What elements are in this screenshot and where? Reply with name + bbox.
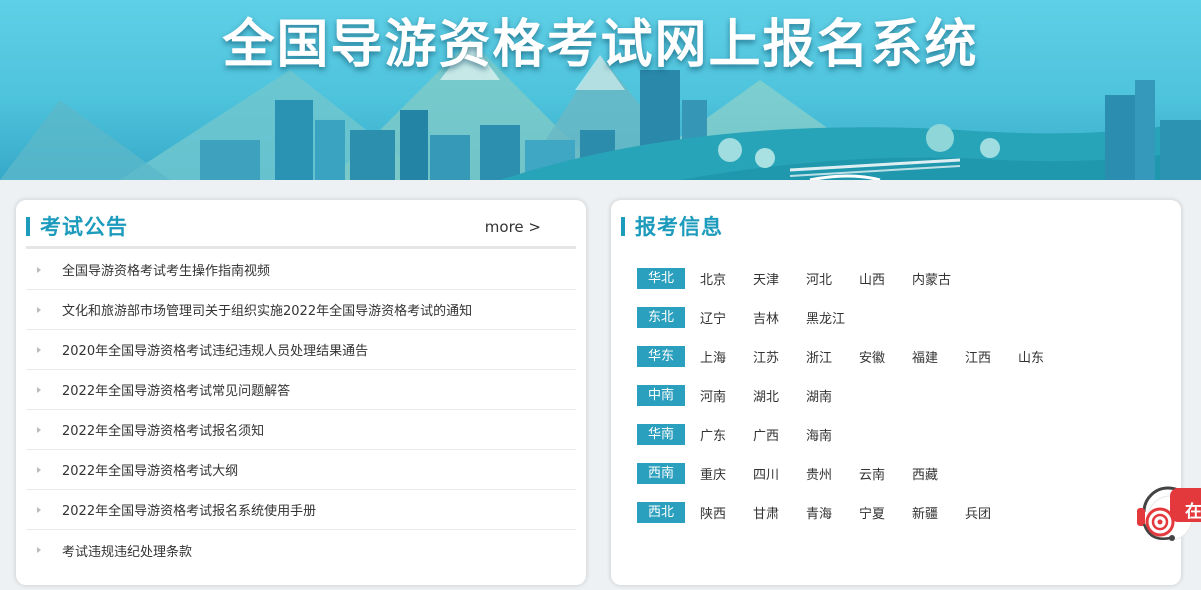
region-row-xinan: 西南 重庆 四川 贵州 云南 西藏 <box>637 454 1071 493</box>
province-link[interactable]: 湖南 <box>806 386 859 405</box>
province-link[interactable]: 青海 <box>806 503 859 522</box>
province-link[interactable]: 山西 <box>859 269 912 288</box>
bullet-icon <box>37 466 41 473</box>
announcement-item[interactable]: 2022年全国导游资格考试报名系统使用手册 <box>26 490 576 530</box>
service-label: 在 <box>1185 502 1201 522</box>
province-link[interactable]: 黑龙江 <box>806 308 859 327</box>
province-link[interactable]: 宁夏 <box>859 503 912 522</box>
announcement-item[interactable]: 2022年全国导游资格考试报名须知 <box>26 410 576 450</box>
province-link[interactable]: 天津 <box>753 269 806 288</box>
announcement-link[interactable]: 考试违规违纪处理条款 <box>62 541 192 560</box>
region-row-huanan: 华南 广东 广西 海南 <box>637 415 1071 454</box>
province-link[interactable]: 四川 <box>753 464 806 483</box>
announcement-link[interactable]: 2020年全国导游资格考试违纪违规人员处理结果通告 <box>62 340 368 359</box>
region-row-xibei: 西北 陕西 甘肃 青海 宁夏 新疆 兵团 <box>637 493 1071 532</box>
province-link[interactable]: 内蒙古 <box>912 269 965 288</box>
announcement-item[interactable]: 考试违规违纪处理条款 <box>26 530 576 570</box>
site-title: 全国导游资格考试网上报名系统 <box>222 15 979 75</box>
announcement-item[interactable]: 2022年全国导游资格考试大纲 <box>26 450 576 490</box>
province-link[interactable]: 甘肃 <box>753 503 806 522</box>
bullet-icon <box>37 547 41 553</box>
region-tag: 华东 <box>637 346 685 367</box>
province-link[interactable]: 陕西 <box>700 503 753 522</box>
province-link[interactable]: 湖北 <box>753 386 806 405</box>
province-link[interactable]: 贵州 <box>806 464 859 483</box>
province-link[interactable]: 广西 <box>753 425 806 444</box>
accent-bar <box>621 216 625 236</box>
announcement-item[interactable]: 2022年全国导游资格考试常见问题解答 <box>26 370 576 410</box>
province-link[interactable]: 上海 <box>700 347 753 366</box>
registration-panel: 报考信息 华北 北京 天津 河北 山西 内蒙古 东北 辽宁 吉林 黑龙江 华东 … <box>611 200 1181 585</box>
bullet-icon <box>37 506 41 513</box>
province-link[interactable]: 北京 <box>700 269 753 288</box>
bullet-icon <box>37 386 41 393</box>
province-link[interactable]: 新疆 <box>912 503 965 522</box>
bullet-icon <box>37 346 41 353</box>
province-link[interactable]: 西藏 <box>912 464 965 483</box>
province-link[interactable]: 兵团 <box>965 503 1018 522</box>
announcement-link[interactable]: 文化和旅游部市场管理司关于组织实施2022年全国导游资格考试的通知 <box>62 300 472 319</box>
bullet-icon <box>37 266 41 273</box>
announcement-link[interactable]: 2022年全国导游资格考试报名须知 <box>62 420 264 439</box>
announcement-link[interactable]: 2022年全国导游资格考试报名系统使用手册 <box>62 500 316 519</box>
region-tag: 中南 <box>637 385 685 406</box>
announcement-list: 全国导游资格考试考生操作指南视频 文化和旅游部市场管理司关于组织实施2022年全… <box>26 250 576 570</box>
announcement-item[interactable]: 文化和旅游部市场管理司关于组织实施2022年全国导游资格考试的通知 <box>26 290 576 330</box>
customer-service-widget[interactable]: 在 <box>1136 476 1201 546</box>
province-link[interactable]: 安徽 <box>859 347 912 366</box>
region-tag: 东北 <box>637 307 685 328</box>
announcement-link[interactable]: 2022年全国导游资格考试大纲 <box>62 460 238 479</box>
province-link[interactable]: 重庆 <box>700 464 753 483</box>
region-row-zhongnan: 中南 河南 湖北 湖南 <box>637 376 1071 415</box>
more-link[interactable]: more > <box>485 218 541 236</box>
province-link[interactable]: 吉林 <box>753 308 806 327</box>
province-link[interactable]: 浙江 <box>806 347 859 366</box>
province-link[interactable]: 辽宁 <box>700 308 753 327</box>
region-row-huabei: 华北 北京 天津 河北 山西 内蒙古 <box>637 259 1071 298</box>
announcement-link[interactable]: 全国导游资格考试考生操作指南视频 <box>62 260 270 279</box>
divider <box>26 246 576 249</box>
announcement-link[interactable]: 2022年全国导游资格考试常见问题解答 <box>62 380 290 399</box>
province-link[interactable]: 江西 <box>965 347 1018 366</box>
province-link[interactable]: 福建 <box>912 347 965 366</box>
region-row-dongbei: 东北 辽宁 吉林 黑龙江 <box>637 298 1071 337</box>
region-list: 华北 北京 天津 河北 山西 内蒙古 东北 辽宁 吉林 黑龙江 华东 上海 江苏… <box>637 259 1071 532</box>
bullet-icon <box>37 306 41 313</box>
province-link[interactable]: 云南 <box>859 464 912 483</box>
announcements-header: 考试公告 <box>26 212 128 240</box>
province-link[interactable]: 河北 <box>806 269 859 288</box>
region-tag: 西北 <box>637 502 685 523</box>
province-link[interactable]: 海南 <box>806 425 859 444</box>
registration-title: 报考信息 <box>635 215 723 239</box>
province-link[interactable]: 江苏 <box>753 347 806 366</box>
region-tag: 华北 <box>637 268 685 289</box>
header-banner: 全国导游资格考试网上报名系统 <box>0 0 1201 180</box>
announcement-item[interactable]: 全国导游资格考试考生操作指南视频 <box>26 250 576 290</box>
announcements-panel: 考试公告 more > 全国导游资格考试考生操作指南视频 文化和旅游部市场管理司… <box>16 200 586 585</box>
announcements-title: 考试公告 <box>40 215 128 239</box>
accent-bar <box>26 216 30 236</box>
bullet-icon <box>37 426 41 433</box>
registration-header: 报考信息 <box>621 212 723 240</box>
province-link[interactable]: 广东 <box>700 425 753 444</box>
region-tag: 华南 <box>637 424 685 445</box>
region-row-huadong: 华东 上海 江苏 浙江 安徽 福建 江西 山东 <box>637 337 1071 376</box>
announcement-item[interactable]: 2020年全国导游资格考试违纪违规人员处理结果通告 <box>26 330 576 370</box>
region-tag: 西南 <box>637 463 685 484</box>
province-link[interactable]: 河南 <box>700 386 753 405</box>
province-link[interactable]: 山东 <box>1018 347 1071 366</box>
